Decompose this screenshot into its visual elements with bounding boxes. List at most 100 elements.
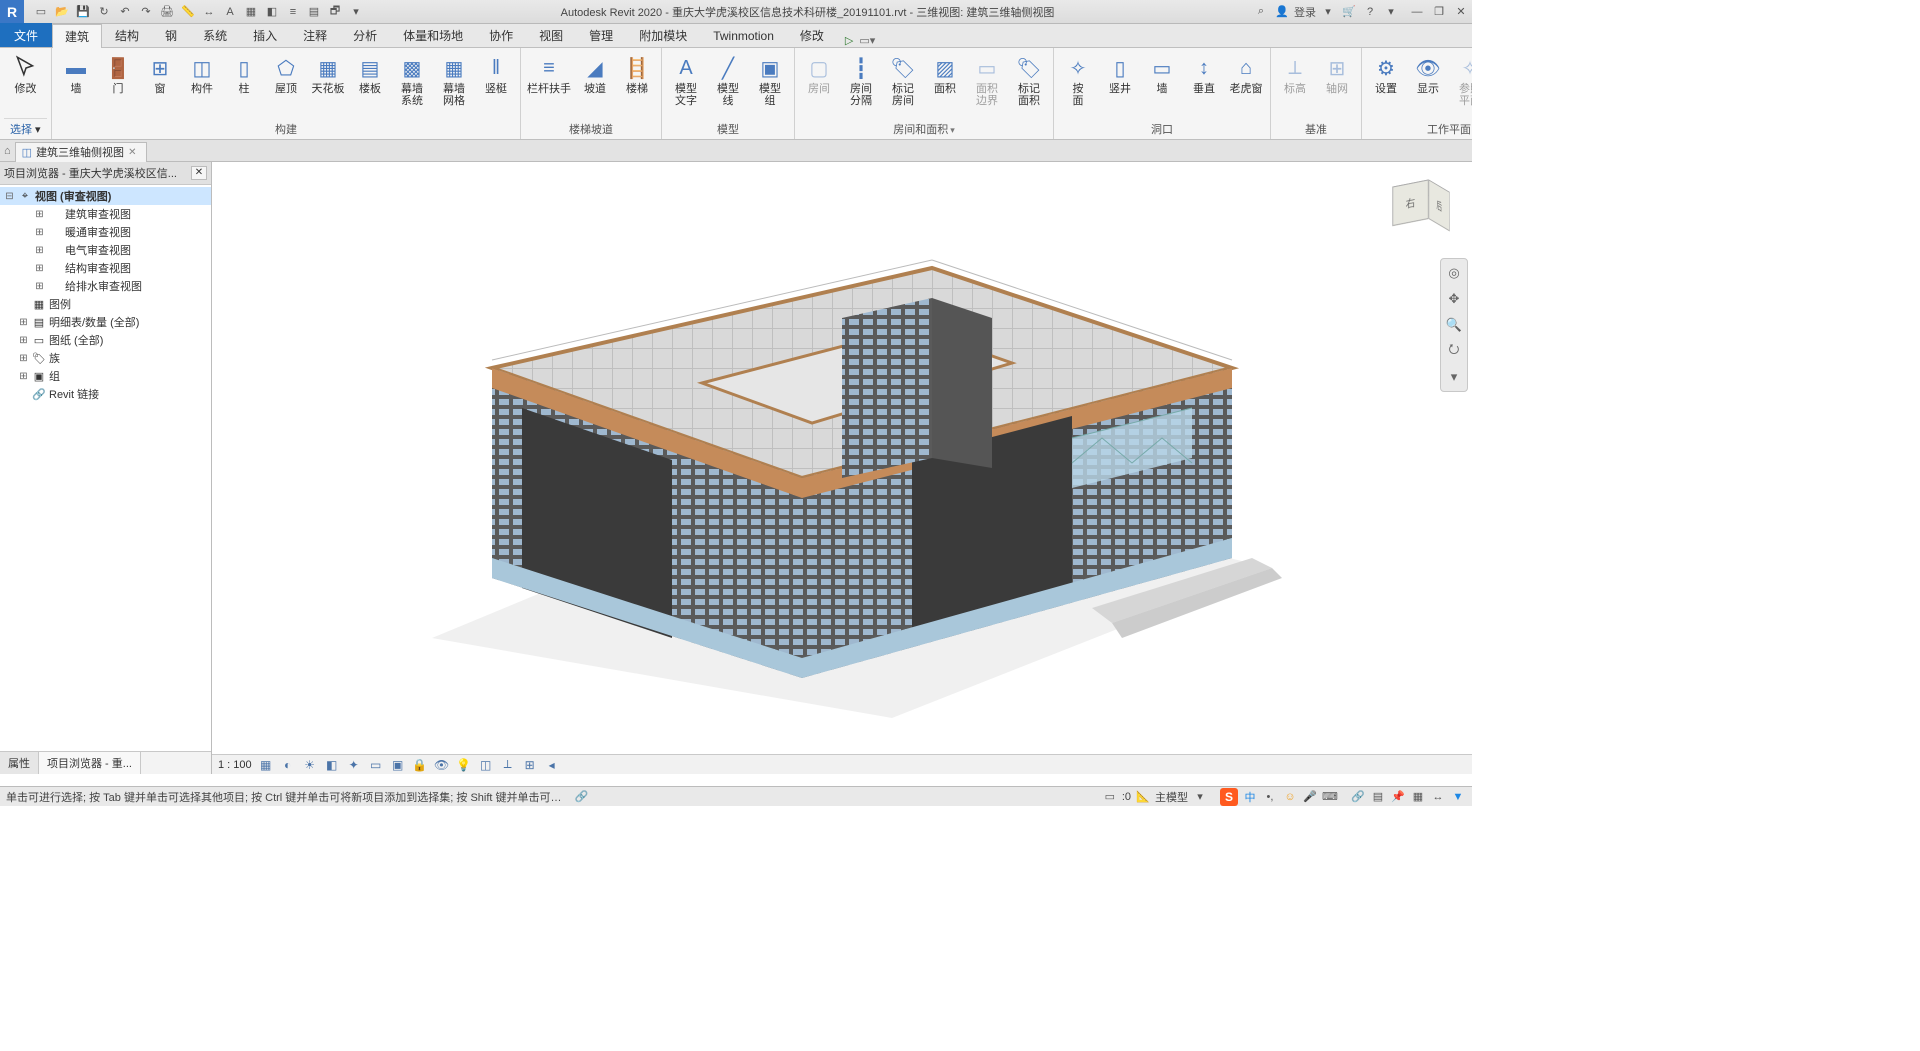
full-nav-wheel-icon[interactable]: ◎	[1444, 263, 1464, 283]
zoom-icon[interactable]: 🔍	[1444, 315, 1464, 335]
login-icon[interactable]: 👤	[1273, 3, 1291, 21]
qat-open-icon[interactable]: ▭	[32, 3, 50, 21]
orbit-icon[interactable]: ⭮	[1444, 341, 1464, 361]
qat-thin-lines-icon[interactable]: ≡	[284, 3, 302, 21]
ribbon-btn-component[interactable]: ◫构件	[182, 50, 222, 98]
ribbon-btn-curtain-grid[interactable]: ▦幕墙 网格	[434, 50, 474, 110]
model-group-icon[interactable]: 📐	[1135, 789, 1151, 805]
project-browser-close-icon[interactable]: ✕	[191, 166, 207, 180]
ribbon-btn-mullion[interactable]: ‖竖梃	[476, 50, 516, 98]
tree-root-views[interactable]: ⊟⌖视图 (审查视图)	[0, 187, 211, 205]
lock-3d-icon[interactable]: 🔒	[412, 757, 428, 773]
ribbon-btn-set[interactable]: ⚙设置	[1366, 50, 1406, 98]
sun-path-icon[interactable]: ☀	[302, 757, 318, 773]
ribbon-btn-roof[interactable]: ⬠屋顶	[266, 50, 306, 98]
ribbon-tab-插入[interactable]: 插入	[240, 23, 290, 47]
ribbon-tab-协作[interactable]: 协作	[476, 23, 526, 47]
crop-visible-icon[interactable]: ▣	[390, 757, 406, 773]
vcb-arrow-icon[interactable]: ◂	[544, 757, 560, 773]
nav-dropdown-icon[interactable]: ▾	[1444, 367, 1464, 387]
close-button[interactable]: ✕	[1450, 5, 1472, 18]
ribbon-btn-stair[interactable]: 🪜楼梯	[617, 50, 657, 98]
ribbon-tab-结构[interactable]: 结构	[102, 23, 152, 47]
ime-mic-icon[interactable]: 🎤	[1302, 789, 1318, 805]
rendering-icon[interactable]: ✦	[346, 757, 362, 773]
select-underlay-icon[interactable]: ▤	[1370, 789, 1386, 805]
temp-hide-icon[interactable]: 👁	[434, 757, 450, 773]
ribbon-btn-area[interactable]: ▨面积	[925, 50, 965, 98]
visual-style-icon[interactable]: ◐	[280, 757, 296, 773]
ribbon-collapse-icon[interactable]: ▭▾	[859, 34, 875, 47]
tree-node-1[interactable]: ⊞▤明细表/数量 (全部)	[0, 313, 211, 331]
ribbon-tab-管理[interactable]: 管理	[576, 23, 626, 47]
ribbon-btn-door[interactable]: 🚪门	[98, 50, 138, 98]
qat-save-icon[interactable]: 💾	[74, 3, 92, 21]
ribbon-btn-show[interactable]: 👁显示	[1408, 50, 1448, 98]
sogou-ime-icon[interactable]: S	[1220, 788, 1238, 806]
exchange-icon[interactable]: 🛒	[1340, 3, 1358, 21]
ribbon-tab-视图[interactable]: 视图	[526, 23, 576, 47]
ribbon-btn-model-line[interactable]: ╱模型 线	[708, 50, 748, 110]
ime-punct-icon[interactable]: •,	[1262, 789, 1278, 805]
ribbon-play-icon[interactable]: ▷	[845, 34, 853, 47]
ribbon-btn-dormer[interactable]: ⌂老虎窗	[1226, 50, 1266, 98]
search-icon[interactable]: ⌕	[1252, 3, 1270, 21]
qat-section-icon[interactable]: ◧	[263, 3, 281, 21]
view-tab-active[interactable]: ◫ 建筑三维轴侧视图 ✕	[15, 142, 148, 162]
status-model[interactable]: 主模型	[1155, 789, 1188, 805]
ribbon-btn-model-text[interactable]: A模型 文字	[666, 50, 706, 110]
crop-icon[interactable]: ▭	[368, 757, 384, 773]
ribbon-btn-wall-open[interactable]: ▭墙	[1142, 50, 1182, 98]
ribbon-tab-钢[interactable]: 钢	[152, 23, 190, 47]
tree-view-结构审查视图[interactable]: ⊞结构审查视图	[0, 259, 211, 277]
pan-icon[interactable]: ✥	[1444, 289, 1464, 309]
ribbon-tab-分析[interactable]: 分析	[340, 23, 390, 47]
select-face-icon[interactable]: ▦	[1410, 789, 1426, 805]
view-tab-close-icon[interactable]: ✕	[128, 147, 136, 158]
view-scale[interactable]: 1 : 100	[218, 759, 252, 771]
ribbon-tab-Twinmotion[interactable]: Twinmotion	[700, 23, 787, 47]
ribbon-btn-column[interactable]: ▯柱	[224, 50, 264, 98]
ribbon-btn-shaft[interactable]: ▯竖井	[1100, 50, 1140, 98]
select-pinned-icon[interactable]: 📌	[1390, 789, 1406, 805]
modify-button[interactable]: 修改	[4, 50, 47, 98]
ribbon-tab-附加模块[interactable]: 附加模块	[626, 23, 700, 47]
ribbon-btn-tag-area[interactable]: 🏷标记 面积	[1009, 50, 1049, 110]
ribbon-btn-model-group[interactable]: ▣模型 组	[750, 50, 790, 110]
viewport-3d[interactable]: 右 后 ◎ ✥ 🔍 ⭮ ▾ 1 : 100 ▦ ◐ ☀ ◧ ✦ ▭ ▣ 🔒 👁 …	[212, 162, 1472, 774]
file-tab[interactable]: 文件	[0, 23, 52, 47]
ribbon-btn-window[interactable]: ⊞窗	[140, 50, 180, 98]
qat-3d-icon[interactable]: ▦	[242, 3, 260, 21]
restore-button[interactable]: ❐	[1428, 5, 1450, 18]
view-cube[interactable]: 右 后	[1388, 176, 1454, 242]
login-label[interactable]: 登录	[1294, 3, 1316, 21]
ribbon-btn-by-face[interactable]: ✧按 面	[1058, 50, 1098, 110]
qat-measure-icon[interactable]: 📏	[179, 3, 197, 21]
analytical-icon[interactable]: ⊞	[522, 757, 538, 773]
ribbon-btn-ramp[interactable]: ◢坡道	[575, 50, 615, 98]
qat-align-icon[interactable]: ↔	[200, 3, 218, 21]
qat-sync-icon[interactable]: ↻	[95, 3, 113, 21]
tree-node-4[interactable]: ⊞▣组	[0, 367, 211, 385]
ribbon-btn-railing[interactable]: ≡栏杆扶手	[525, 50, 573, 98]
status-link-icon[interactable]: 🔗	[574, 789, 590, 805]
ribbon-tab-系统[interactable]: 系统	[190, 23, 240, 47]
reveal-icon[interactable]: 💡	[456, 757, 472, 773]
ribbon-btn-vertical[interactable]: ↕垂直	[1184, 50, 1224, 98]
ime-keyboard-icon[interactable]: ⌨	[1322, 789, 1338, 805]
login-dropdown-icon[interactable]: ▾	[1319, 3, 1337, 21]
tab-project-browser[interactable]: 项目浏览器 - 重...	[39, 752, 141, 774]
ribbon-btn-ceiling[interactable]: ▦天花板	[308, 50, 348, 98]
help-dropdown-icon[interactable]: ▾	[1382, 3, 1400, 21]
shadows-icon[interactable]: ◧	[324, 757, 340, 773]
tree-node-5[interactable]: 🔗Revit 链接	[0, 385, 211, 403]
ribbon-btn-floor[interactable]: ▤楼板	[350, 50, 390, 98]
ribbon-tab-修改[interactable]: 修改	[787, 23, 837, 47]
filter-icon[interactable]: ▼	[1450, 789, 1466, 805]
qat-folder-icon[interactable]: 📂	[53, 3, 71, 21]
help-icon[interactable]: ?	[1361, 3, 1379, 21]
qat-switch-icon[interactable]: 🗗	[326, 3, 344, 21]
ime-cn-icon[interactable]: 中	[1242, 789, 1258, 805]
status-dropdown-icon[interactable]: ▾	[1192, 789, 1208, 805]
minimize-button[interactable]: —	[1406, 6, 1428, 18]
